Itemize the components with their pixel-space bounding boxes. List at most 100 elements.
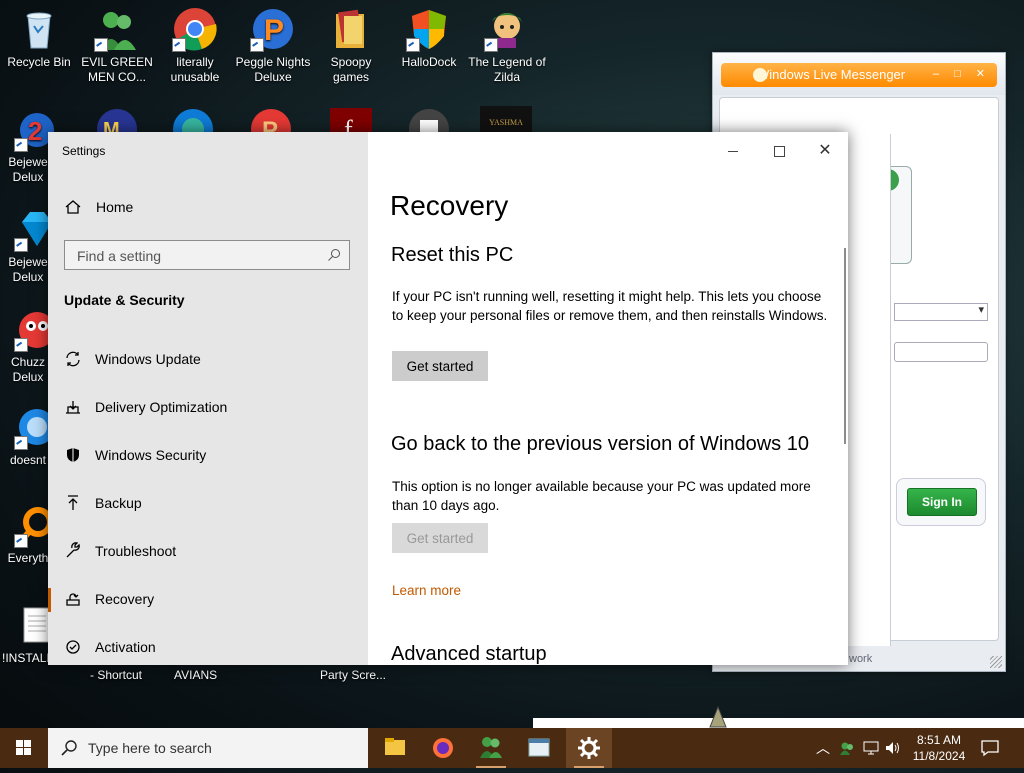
shield-colors-icon [406, 6, 452, 52]
home-icon [65, 200, 81, 214]
advanced-startup-title: Advanced startup [391, 643, 547, 665]
messenger-window-controls[interactable]: – □ ✕ [933, 67, 991, 80]
desktop-icon-partial-5[interactable] [406, 106, 452, 132]
desktop-icon-chuzzle[interactable]: Chuzz Delux [0, 300, 54, 385]
desktop-icon-label: literally unusable [170, 55, 220, 84]
content-scrollbar[interactable] [844, 248, 846, 444]
desktop-icon-literally-unusable[interactable]: literally unusable [156, 0, 234, 85]
shortcut-arrow-icon [14, 436, 28, 450]
sign-in-button[interactable]: Sign In [907, 488, 977, 516]
desktop-icon-recycle-bin[interactable]: Recycle Bin [0, 0, 78, 70]
nav-delivery-optimization[interactable]: Delivery Optimization [48, 386, 368, 430]
desktop-label-party-screen: Party Scre... [320, 668, 387, 682]
desktop-icon-partial-2[interactable] [170, 106, 216, 132]
gear-icon [578, 737, 600, 759]
nav-troubleshoot[interactable]: Troubleshoot [48, 530, 368, 574]
desktop-label-avians: AVIANS [174, 668, 218, 682]
shortcut-arrow-icon [14, 534, 28, 548]
reset-section-title: Reset this PC [391, 244, 514, 266]
green-men-icon [94, 6, 140, 52]
firefox-icon [433, 738, 453, 758]
desktop-icon-label: HalloDock [401, 55, 457, 69]
minimize-button[interactable] [710, 136, 756, 166]
desktop-label-shortcut: - Shortcut [90, 668, 143, 682]
svg-text:P: P [262, 117, 278, 132]
nav-label: Delivery Optimization [95, 399, 228, 415]
desktop-icon-evil-green-men[interactable]: EVIL GREEN MEN CO... [78, 0, 156, 85]
messenger-logo-icon [753, 68, 767, 82]
desktop-icon-hallodock[interactable]: HalloDock [390, 0, 468, 70]
clock-time: 8:51 AM [916, 733, 962, 747]
shortcut-arrow-icon [14, 138, 28, 152]
learn-more-link[interactable]: Learn more [392, 583, 461, 598]
desktop-icon-peggle-nights[interactable]: P Peggle Nights Deluxe [234, 0, 312, 85]
nav-home[interactable]: Home [48, 186, 368, 230]
nav-label: Troubleshoot [95, 543, 177, 559]
desktop-icon-partial-4[interactable]: f [328, 106, 374, 132]
desktop-icon-spoopy-games[interactable]: Spoopy games [312, 0, 390, 85]
messenger-account-select[interactable] [894, 303, 988, 321]
resize-grip-icon[interactable] [990, 656, 1002, 668]
desktop-icon-label: Recycle Bin [7, 55, 71, 69]
desktop-icon-label: Peggle Nights Deluxe [235, 55, 311, 84]
notification-center-icon[interactable] [980, 738, 1000, 758]
messenger-signin-frame: Sign In [896, 478, 986, 526]
desktop-icon-partial-1[interactable]: M [94, 106, 140, 132]
reset-get-started-button[interactable]: Get started [392, 351, 488, 381]
volume-icon[interactable] [884, 739, 902, 757]
desktop-icon-bejeweled-1[interactable]: 2 Bejewe Delux [0, 100, 54, 185]
search-input[interactable] [75, 246, 319, 266]
svg-text:f: f [344, 115, 353, 132]
nav-label: Recovery [95, 591, 155, 607]
wrench-icon [66, 542, 80, 558]
taskbar-app-window[interactable] [516, 728, 562, 768]
shortcut-arrow-icon [250, 38, 264, 52]
settings-window[interactable]: Settings Home Update & Security Windows … [48, 132, 848, 665]
desktop-icon-doesnt[interactable]: doesnt [0, 398, 54, 468]
shortcut-arrow-icon [94, 38, 108, 52]
window-title: Settings [62, 144, 106, 158]
messenger-password-field[interactable] [894, 342, 988, 362]
desktop-icon-partial-6[interactable]: YASHMA [480, 106, 532, 132]
svg-text:M: M [103, 119, 120, 132]
network-icon[interactable] [862, 739, 880, 757]
desktop-icon-label: EVIL GREEN MEN CO... [81, 55, 153, 84]
close-button[interactable]: ✕ [802, 136, 848, 166]
clock-date: 11/8/2024 [912, 749, 966, 763]
system-clock[interactable]: 8:51 AM 11/8/2024 [906, 732, 972, 764]
settings-search[interactable] [64, 240, 350, 270]
reset-description: If your PC isn't running well, resetting… [392, 289, 828, 323]
tray-overflow-item-icon[interactable] [708, 705, 728, 728]
taskbar-search[interactable]: Type here to search [48, 728, 368, 768]
taskbar-messenger[interactable] [468, 728, 514, 768]
delivery-icon [66, 401, 80, 414]
taskbar-file-explorer[interactable] [372, 728, 418, 768]
goback-get-started-button: Get started [392, 523, 488, 553]
chevron-up-icon[interactable]: ︿ [816, 738, 830, 758]
desktop-strip [533, 718, 1024, 728]
desktop-icon-everything[interactable]: Everyth [0, 496, 54, 566]
messenger-network-text[interactable]: work [849, 653, 872, 665]
messenger-sidepanel [848, 134, 891, 646]
shortcut-arrow-icon [172, 38, 186, 52]
nav-activation[interactable]: Activation [48, 626, 368, 665]
recovery-icon [66, 593, 80, 606]
desktop-icon-bejeweled-2[interactable]: Bejewe Delux [0, 200, 54, 285]
taskbar-settings[interactable] [566, 728, 612, 768]
nav-label: Windows Update [95, 351, 201, 367]
shield-icon [67, 448, 79, 462]
messenger-titlebar[interactable]: Windows Live Messenger – □ ✕ [713, 53, 1005, 95]
start-button[interactable] [0, 728, 48, 768]
nav-recovery[interactable]: Recovery [48, 578, 368, 622]
activation-icon [66, 640, 80, 654]
desktop-icon-partial-3[interactable]: P [248, 106, 294, 132]
desktop-icon-install[interactable]: !INSTALL [0, 596, 54, 666]
nav-windows-security[interactable]: Windows Security [48, 434, 368, 478]
nav-windows-update[interactable]: Windows Update [48, 338, 368, 382]
desktop-icon-legend-of-zilda[interactable]: The Legend of Zilda [468, 0, 546, 85]
search-icon[interactable] [327, 248, 341, 262]
nav-backup[interactable]: Backup [48, 482, 368, 526]
messenger-tray-icon[interactable] [838, 739, 856, 757]
maximize-button[interactable] [756, 136, 802, 166]
taskbar-firefox[interactable] [420, 728, 466, 768]
